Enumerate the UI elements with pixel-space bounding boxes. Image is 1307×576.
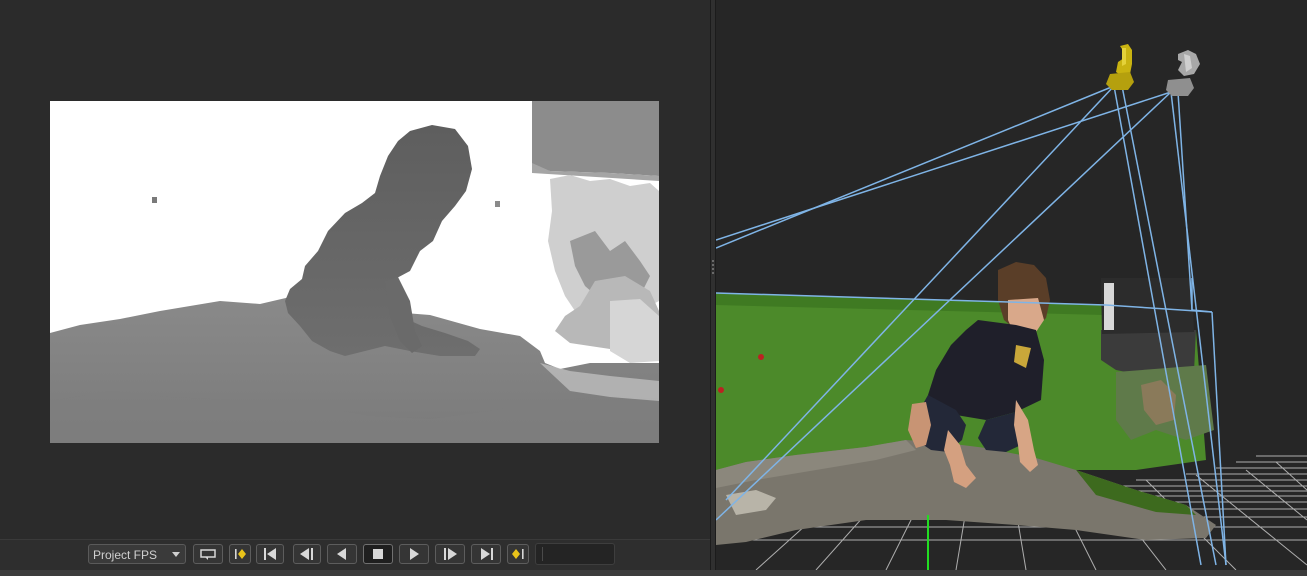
prev-keyframe-icon xyxy=(235,549,246,559)
step-forward-icon xyxy=(444,548,457,560)
next-keyframe-button[interactable] xyxy=(507,544,529,564)
play-button[interactable] xyxy=(399,544,429,564)
go-to-end-icon xyxy=(481,548,493,560)
play-icon xyxy=(410,548,419,560)
splitter-grip-icon xyxy=(712,260,714,274)
step-back-icon xyxy=(300,548,313,560)
next-keyframe-icon xyxy=(512,549,524,559)
depth-map-image xyxy=(50,101,659,443)
loop-icon xyxy=(200,549,216,560)
play-reverse-button[interactable] xyxy=(327,544,357,564)
stop-icon xyxy=(373,549,383,559)
fps-dropdown-label: Project FPS xyxy=(93,548,158,562)
step-back-button[interactable] xyxy=(293,544,321,564)
app-window: Project FPS xyxy=(0,0,1307,576)
image-viewer[interactable] xyxy=(0,0,710,539)
fps-dropdown[interactable]: Project FPS xyxy=(88,544,186,564)
go-to-start-button[interactable] xyxy=(256,544,284,564)
stop-button[interactable] xyxy=(363,544,393,564)
chevron-down-icon xyxy=(172,552,180,557)
go-to-start-icon xyxy=(264,548,276,560)
step-forward-button[interactable] xyxy=(435,544,465,564)
text-cursor xyxy=(542,547,543,561)
bottom-status-strip xyxy=(0,570,1307,576)
go-to-end-button[interactable] xyxy=(471,544,501,564)
3d-viewport[interactable] xyxy=(716,0,1307,570)
loop-playback-button[interactable] xyxy=(193,544,223,564)
current-time-field[interactable] xyxy=(535,543,615,565)
play-reverse-icon xyxy=(337,548,346,560)
transport-bar: Project FPS xyxy=(0,539,710,570)
left-viewer-pane: Project FPS xyxy=(0,0,710,576)
prev-keyframe-button[interactable] xyxy=(229,544,251,564)
